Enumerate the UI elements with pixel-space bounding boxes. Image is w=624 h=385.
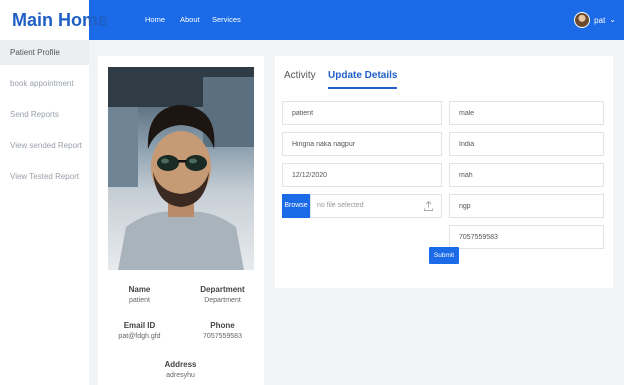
city-input[interactable]: [449, 194, 604, 218]
address-input[interactable]: [282, 132, 442, 156]
phone-input[interactable]: [449, 225, 604, 249]
phone-label: Phone: [210, 321, 235, 330]
dob-input[interactable]: [282, 163, 442, 187]
address-field: Address adresyhu: [139, 360, 222, 379]
name-field: Name patient: [98, 285, 181, 304]
profile-card: Name patient Department Department Email…: [98, 56, 264, 385]
top-navbar: Main Home Home About Services pat ⌄: [0, 0, 624, 40]
profile-photo: [108, 67, 254, 270]
chevron-down-icon: ⌄: [609, 15, 616, 24]
address-label: Address: [164, 360, 197, 369]
email-value: pat@fdgh.gfd: [118, 333, 161, 340]
phone-field: Phone 7057559583: [181, 321, 264, 340]
file-input[interactable]: no file selected: [310, 194, 442, 218]
nav-home-link[interactable]: Home: [145, 0, 165, 40]
details-card: Activity Update Details Browse no file s…: [275, 56, 613, 288]
email-field: Email ID pat@fdgh.gfd: [98, 321, 181, 340]
tab-activity[interactable]: Activity: [284, 69, 316, 89]
sidebar-item-patient-profile[interactable]: Patient Profile: [0, 40, 89, 65]
state-input[interactable]: [449, 163, 604, 187]
department-label: Department: [200, 285, 245, 294]
email-label: Email ID: [123, 321, 156, 330]
phone-value: 7057559583: [203, 333, 242, 340]
submit-button[interactable]: Submit: [429, 247, 459, 264]
nav-about-link[interactable]: About: [180, 0, 200, 40]
user-name: pat: [594, 15, 606, 25]
sidebar: Patient Profile book appointment Send Re…: [0, 40, 89, 385]
brand-title[interactable]: Main Home: [0, 0, 108, 40]
department-value: Department: [204, 297, 241, 304]
file-status-text: no file selected: [317, 202, 364, 209]
sidebar-item-send-reports[interactable]: Send Reports: [0, 102, 89, 133]
browse-button[interactable]: Browse: [282, 194, 310, 218]
sidebar-item-view-tested-report[interactable]: View Tested Report: [0, 164, 89, 195]
user-menu[interactable]: pat ⌄: [574, 9, 616, 31]
gender-input[interactable]: [449, 101, 604, 125]
name-input[interactable]: [282, 101, 442, 125]
address-value: adresyhu: [166, 372, 195, 379]
sidebar-item-view-sended-report[interactable]: View sended Report: [0, 133, 89, 164]
name-value: patient: [128, 297, 151, 304]
avatar: [574, 12, 591, 28]
name-label: Name: [128, 285, 151, 294]
upload-icon: [424, 201, 433, 211]
nav-services-link[interactable]: Services: [212, 0, 241, 40]
department-field: Department Department: [181, 285, 264, 304]
sidebar-item-book-appointment[interactable]: book appointment: [0, 71, 89, 102]
tab-update-details[interactable]: Update Details: [328, 69, 398, 89]
person-image: [108, 67, 254, 270]
country-input[interactable]: [449, 132, 604, 156]
